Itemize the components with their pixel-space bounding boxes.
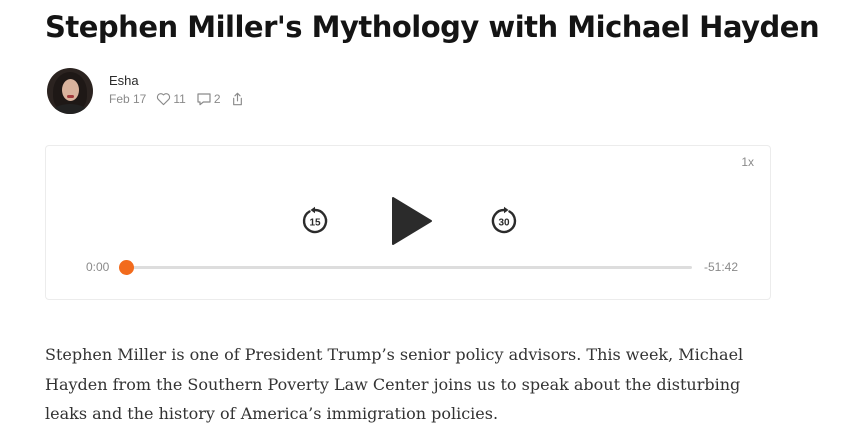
audio-player: 1x 15 30 0:00 -51:42 [45,145,771,300]
post-description: Stephen Miller is one of President Trump… [45,345,744,423]
like-count: 11 [173,92,186,106]
remaining-time: -51:42 [704,260,739,274]
comment-button[interactable]: 2 [196,92,221,106]
share-button[interactable] [231,92,244,106]
like-button[interactable]: 11 [156,92,186,106]
play-button[interactable] [391,196,433,251]
comment-count: 2 [213,92,221,106]
post-meta: Feb 17 11 2 [109,92,254,106]
skip-forward-button[interactable]: 30 [489,206,519,241]
share-icon [231,92,244,106]
playback-speed-button[interactable]: 1x [741,155,754,169]
progress-track[interactable] [119,260,692,275]
skip-forward-label: 30 [498,218,510,229]
rewind-15-icon: 15 [302,206,328,234]
comment-icon [196,92,212,106]
heart-icon [156,92,171,106]
skip-back-label: 15 [309,218,321,229]
post-date: Feb 17 [109,92,147,106]
post-title: Stephen Miller's Mythology with Michael … [45,10,820,44]
play-icon [392,197,432,245]
skip-back-button[interactable]: 15 [300,206,330,241]
forward-30-icon: 30 [491,206,517,234]
author-avatar[interactable] [47,68,93,114]
progress-knob[interactable] [119,260,134,275]
current-time: 0:00 [86,260,110,274]
author-name[interactable]: Esha [109,73,139,88]
